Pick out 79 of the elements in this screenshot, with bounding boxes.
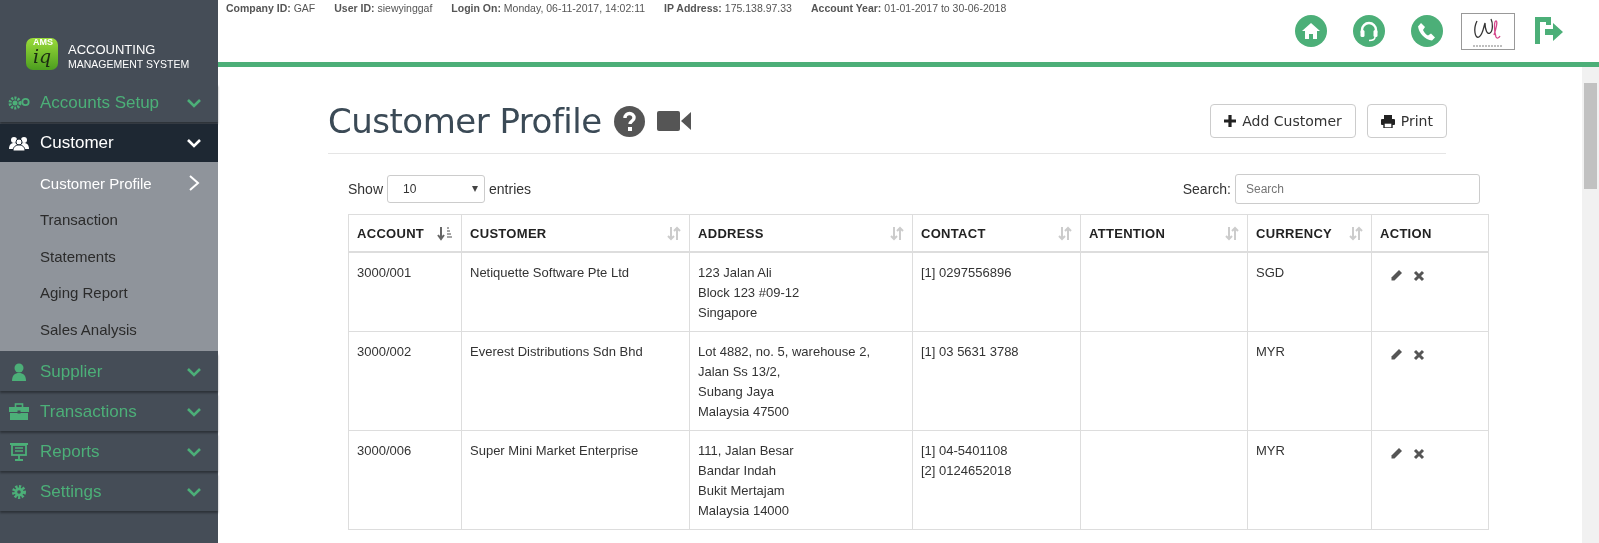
toolbar-button[interactable]: Add Customer	[1210, 104, 1356, 138]
table-cell: Everest Distributions Sdn Bhd	[461, 331, 690, 431]
column-header[interactable]: CURRENCY	[1247, 214, 1372, 252]
scrollbar[interactable]	[1582, 67, 1599, 543]
company-logo-icon[interactable]	[1461, 12, 1515, 50]
page-title: Customer Profile	[328, 101, 602, 141]
chevron-down-icon	[186, 406, 202, 417]
table-cell: SGD	[1247, 252, 1372, 332]
user-icon	[11, 362, 27, 381]
table-cell: 3000/006	[348, 430, 462, 530]
app-logo: AMS iq	[26, 38, 58, 70]
edit-icon[interactable]	[1390, 447, 1403, 460]
edit-icon[interactable]	[1390, 348, 1403, 361]
table-cell: [1] 04-5401108 [2] 0124652018	[912, 430, 1081, 530]
column-header[interactable]: ACCOUNT	[348, 214, 462, 252]
session-info: Company ID: GAF	[226, 2, 316, 14]
chevron-down-icon	[186, 366, 202, 377]
chevron-down-icon	[186, 138, 202, 148]
search-field[interactable]: Search	[1235, 174, 1480, 204]
edit-icon[interactable]	[1390, 269, 1403, 282]
chevron-down-icon	[186, 486, 202, 497]
column-header[interactable]: ATTENTION	[1080, 214, 1248, 252]
sort-icon[interactable]	[890, 225, 904, 241]
chevron-down-icon	[186, 446, 202, 457]
headset-icon[interactable]	[1353, 15, 1385, 47]
table-cell: 3000/002	[348, 331, 462, 431]
printer-icon	[1380, 114, 1395, 128]
column-header[interactable]: CONTACT	[912, 214, 1081, 252]
phone-icon[interactable]	[1411, 15, 1443, 47]
entries-label: entries	[489, 181, 532, 197]
table-cell: MYR	[1247, 331, 1372, 431]
session-info: Login On: Monday, 06-11-2017, 14:02:11	[451, 2, 646, 14]
table-cell: Super Mini Market Enterprise	[461, 430, 690, 530]
table-cell: Netiquette Software Pte Ltd	[461, 252, 690, 332]
delete-icon[interactable]	[1413, 447, 1425, 460]
table-cell: 111, Jalan Besar Bandar Indah Bukit Mertajam Malaysia 14000	[689, 430, 913, 530]
column-header[interactable]: CUSTOMER	[461, 214, 690, 252]
help-icon[interactable]	[613, 105, 645, 137]
submenu-item[interactable]: Statements	[0, 238, 218, 275]
show-label: Show	[348, 181, 384, 197]
plus-icon	[1224, 115, 1237, 127]
delete-icon[interactable]	[1413, 348, 1425, 361]
toolbar-button[interactable]: Print	[1366, 104, 1447, 138]
users-icon	[9, 135, 29, 151]
delete-icon[interactable]	[1413, 269, 1425, 282]
sort-ascending-icon[interactable]	[437, 225, 453, 241]
table-cell: 3000/001	[348, 252, 462, 332]
scroll-thumb[interactable]	[1584, 83, 1597, 189]
column-header[interactable]: ADDRESS	[689, 214, 913, 252]
session-info: IP Address: 175.138.97.33	[664, 2, 792, 14]
cog-icon	[11, 483, 27, 500]
submenu-item[interactable]: Sales Analysis	[0, 311, 218, 348]
gears-icon	[8, 96, 30, 110]
sort-icon[interactable]	[1349, 225, 1363, 241]
session-info: Account Year: 01-01-2017 to 30-06-2018	[810, 2, 1007, 14]
table-cell: Lot 4882, no. 5, warehouse 2, Jalan Ss 13/2, Subang Jaya Malaysia 47500	[689, 331, 913, 431]
chevron-right-icon	[188, 175, 200, 192]
session-info: User ID: siewyinggaf	[334, 2, 433, 14]
app-title: ACCOUNTING	[68, 41, 157, 58]
app-subtitle: MANAGEMENT SYSTEM	[68, 58, 190, 70]
table-cell: [1] 0297556896	[912, 252, 1081, 332]
briefcase-icon	[9, 403, 29, 420]
chevron-down-icon	[186, 98, 202, 108]
column-header: ACTION	[1371, 214, 1489, 252]
page-size-select[interactable]: 10	[387, 175, 486, 203]
submenu-item[interactable]: Aging Report	[0, 274, 218, 311]
table-cell: MYR	[1247, 430, 1372, 530]
video-camera-icon[interactable]	[656, 110, 691, 132]
home-icon[interactable]	[1295, 15, 1327, 47]
sort-icon[interactable]	[1058, 225, 1072, 241]
search-label: Search:	[1182, 181, 1231, 197]
logout-icon[interactable]	[1533, 15, 1565, 47]
table-cell: 123 Jalan Ali Block 123 #09-12 Singapore	[689, 252, 913, 332]
submenu-item[interactable]: Transaction	[0, 201, 218, 238]
sort-icon[interactable]	[1225, 225, 1239, 241]
presentation-board-icon	[10, 442, 28, 461]
sidebar-item[interactable]: Customer	[0, 124, 218, 162]
table-cell: [1] 03 5631 3788	[912, 331, 1081, 431]
sort-icon[interactable]	[667, 225, 681, 241]
